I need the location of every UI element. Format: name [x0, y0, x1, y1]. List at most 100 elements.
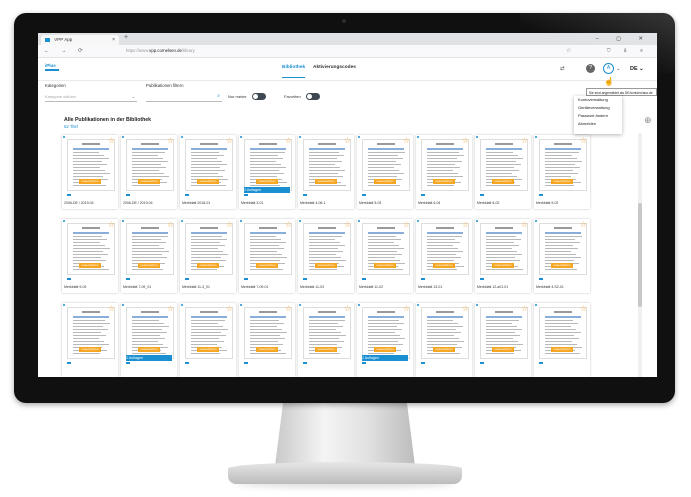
- own-toggle[interactable]: [252, 93, 266, 100]
- publication-card[interactable]: ☆ Lesezeichen Merkblatt 11-02: [357, 219, 413, 293]
- browser-tab[interactable]: VPP App ×: [41, 35, 119, 45]
- bookmark-badge[interactable]: Lesezeichen: [79, 263, 101, 268]
- close-tab-icon[interactable]: ×: [112, 35, 115, 45]
- favorite-star-icon[interactable]: ☆: [285, 221, 292, 229]
- publication-card[interactable]: ☆ Lesezeichen Merkblatt 7-09_01: [121, 219, 177, 293]
- publication-card[interactable]: ☆ Lesezeichen Merkblatt 12-a01.01: [475, 219, 531, 293]
- editions-badge[interactable]: 2 Auflagen: [244, 187, 290, 193]
- favorite-star-icon[interactable]: ☆: [403, 137, 410, 145]
- bookmark-badge[interactable]: Lesezeichen: [79, 179, 101, 184]
- app-logo[interactable]: iPlus: [45, 63, 59, 73]
- editions-badge[interactable]: 2 Auflagen: [362, 355, 408, 361]
- url-field[interactable]: https://www.vpp.cornelsen.de/library: [126, 45, 195, 57]
- publication-card[interactable]: ☆ Lesezeichen 2 Auflagen: [121, 303, 177, 377]
- bookmark-badge[interactable]: Lesezeichen: [315, 347, 337, 352]
- favorite-star-icon[interactable]: ☆: [167, 137, 174, 145]
- favorite-star-icon[interactable]: ☆: [167, 305, 174, 313]
- publication-card[interactable]: ☆ Lesezeichen: [475, 303, 531, 377]
- favorite-star-icon[interactable]: ☆: [108, 137, 115, 145]
- publication-card[interactable]: ☆ Lesezeichen: [180, 303, 236, 377]
- publication-card[interactable]: ☆ Lesezeichen 2006-DE / 2019-04: [121, 135, 177, 209]
- bookmark-badge[interactable]: Lesezeichen: [374, 263, 396, 268]
- bookmark-badge[interactable]: Lesezeichen: [551, 179, 573, 184]
- favorite-star-icon[interactable]: ☆: [285, 305, 292, 313]
- category-select[interactable]: Kategorie wählen ⌄: [45, 92, 137, 102]
- bookmark-badge[interactable]: Lesezeichen: [374, 347, 396, 352]
- publication-card[interactable]: ☆ Lesezeichen Merkblatt 6-02: [475, 135, 531, 209]
- favorites-toggle[interactable]: [306, 93, 320, 100]
- publication-card[interactable]: ☆ Lesezeichen Merkblatt 2018-01: [180, 135, 236, 209]
- favorite-star-icon[interactable]: ☆: [108, 221, 115, 229]
- bookmark-badge[interactable]: Lesezeichen: [138, 263, 160, 268]
- bookmark-star-icon[interactable]: ☆: [566, 45, 571, 57]
- bookmark-badge[interactable]: Lesezeichen: [256, 263, 278, 268]
- editions-badge[interactable]: 2 Auflagen: [126, 355, 172, 361]
- publication-card[interactable]: ☆ Lesezeichen Merkblatt 13-01: [416, 219, 472, 293]
- menu-item-passwort[interactable]: Passwort ändern: [574, 112, 622, 120]
- favorite-star-icon[interactable]: ☆: [226, 305, 233, 313]
- bookmark-badge[interactable]: Lesezeichen: [256, 347, 278, 352]
- browser-toolbar-icons[interactable]: ⛉ ⇩ ≡: [607, 45, 649, 57]
- language-selector[interactable]: DE ⌄: [630, 63, 644, 75]
- publication-card[interactable]: ☆ Lesezeichen 2 Auflagen: [357, 303, 413, 377]
- bookmark-badge[interactable]: Lesezeichen: [197, 263, 219, 268]
- publication-card[interactable]: ☆ Lesezeichen Merkblatt 11-3_01: [180, 219, 236, 293]
- favorite-star-icon[interactable]: ☆: [580, 137, 587, 145]
- publication-card[interactable]: ☆ Lesezeichen Merkblatt 6-04: [416, 135, 472, 209]
- tab-aktivierungscodes[interactable]: Aktivierungscodes: [313, 65, 356, 70]
- zoom-icon[interactable]: ⊕: [644, 115, 652, 126]
- favorite-star-icon[interactable]: ☆: [462, 305, 469, 313]
- favorite-star-icon[interactable]: ☆: [108, 305, 115, 313]
- favorite-star-icon[interactable]: ☆: [344, 305, 351, 313]
- favorite-star-icon[interactable]: ☆: [226, 137, 233, 145]
- publication-card[interactable]: ☆ Lesezeichen: [534, 303, 590, 377]
- browser-nav-buttons[interactable]: ← → ⟳: [44, 45, 88, 57]
- favorite-star-icon[interactable]: ☆: [580, 221, 587, 229]
- menu-item-abmelden[interactable]: Abmelden: [574, 120, 622, 128]
- scrollbar[interactable]: [638, 133, 642, 377]
- bookmark-badge[interactable]: Lesezeichen: [256, 179, 278, 184]
- favorite-star-icon[interactable]: ☆: [344, 221, 351, 229]
- favorite-star-icon[interactable]: ☆: [344, 137, 351, 145]
- bookmark-badge[interactable]: Lesezeichen: [79, 347, 101, 352]
- publication-card[interactable]: ☆ Lesezeichen: [298, 303, 354, 377]
- favorite-star-icon[interactable]: ☆: [521, 221, 528, 229]
- search-input[interactable]: ⌕: [146, 92, 222, 102]
- favorite-star-icon[interactable]: ☆: [403, 221, 410, 229]
- bookmark-badge[interactable]: Lesezeichen: [551, 263, 573, 268]
- publication-card[interactable]: ☆ Lesezeichen Merkblatt 4-06-1: [298, 135, 354, 209]
- favorite-star-icon[interactable]: ☆: [521, 305, 528, 313]
- favorite-star-icon[interactable]: ☆: [167, 221, 174, 229]
- bookmark-badge[interactable]: Lesezeichen: [138, 179, 160, 184]
- publication-card[interactable]: ☆ Lesezeichen: [416, 303, 472, 377]
- scrollbar-thumb[interactable]: [638, 203, 642, 307]
- publication-card[interactable]: ☆ Lesezeichen: [62, 303, 118, 377]
- menu-item-geraeteverwaltung[interactable]: Geräteverwaltung: [574, 104, 622, 112]
- bookmark-badge[interactable]: Lesezeichen: [492, 263, 514, 268]
- favorite-star-icon[interactable]: ☆: [521, 137, 528, 145]
- bookmark-badge[interactable]: Lesezeichen: [551, 347, 573, 352]
- publication-card[interactable]: ☆ Lesezeichen 2006-DE / 2019-04: [62, 135, 118, 209]
- favorite-star-icon[interactable]: ☆: [462, 137, 469, 145]
- help-icon[interactable]: ?: [586, 64, 595, 73]
- menu-item-kontoverwaltung[interactable]: Kontoverwaltung: [574, 96, 622, 104]
- publication-card[interactable]: ☆ Lesezeichen Merkblatt 7-09-01: [239, 219, 295, 293]
- favorite-star-icon[interactable]: ☆: [403, 305, 410, 313]
- bookmark-badge[interactable]: Lesezeichen: [315, 263, 337, 268]
- sync-icon[interactable]: ⇄: [560, 63, 565, 75]
- new-tab-button[interactable]: +: [124, 34, 128, 41]
- bookmark-badge[interactable]: Lesezeichen: [374, 179, 396, 184]
- publication-card[interactable]: ☆ Lesezeichen Merkblatt 9-02: [534, 135, 590, 209]
- publication-card[interactable]: ☆ Lesezeichen Merkblatt 11-03: [298, 219, 354, 293]
- bookmark-badge[interactable]: Lesezeichen: [138, 347, 160, 352]
- search-icon[interactable]: ⌕: [217, 92, 220, 101]
- publication-card[interactable]: ☆ Lesezeichen Merkblatt 4-S2-01: [534, 219, 590, 293]
- favorite-star-icon[interactable]: ☆: [285, 137, 292, 145]
- bookmark-badge[interactable]: Lesezeichen: [492, 347, 514, 352]
- publication-card[interactable]: ☆ Lesezeichen: [239, 303, 295, 377]
- publication-card[interactable]: ☆ Lesezeichen Merkblatt 9-03: [62, 219, 118, 293]
- bookmark-badge[interactable]: Lesezeichen: [197, 179, 219, 184]
- favorite-star-icon[interactable]: ☆: [580, 305, 587, 313]
- chevron-down-icon[interactable]: ⌄: [616, 63, 621, 75]
- bookmark-badge[interactable]: Lesezeichen: [433, 347, 455, 352]
